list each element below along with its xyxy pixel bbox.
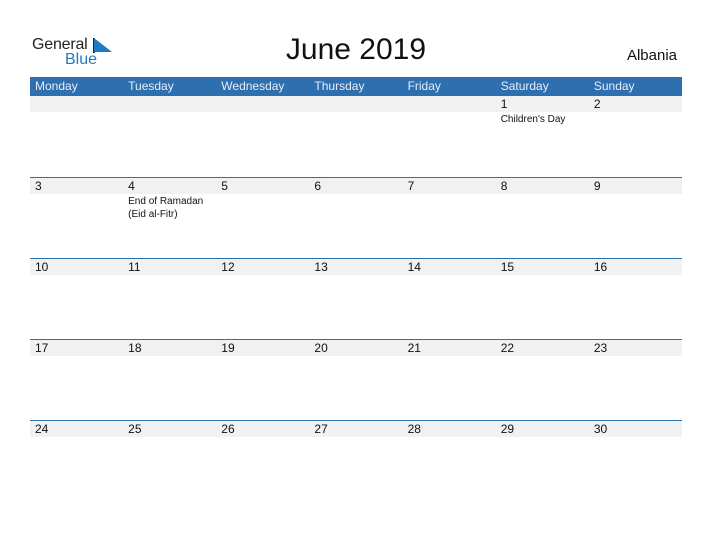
day-cell[interactable]: 15: [496, 259, 589, 339]
week-cells: 3 4 End of Ramadan (Eid al-Fitr) 5 6 7 8 9: [30, 178, 682, 258]
day-cell[interactable]: 10: [30, 259, 123, 339]
day-cell[interactable]: 6: [309, 178, 402, 258]
week-row: 10 11 12 13 14 15 16: [30, 258, 682, 339]
day-number: 8: [500, 179, 508, 193]
week-cells: 24 25 26 27 28 29 30: [30, 421, 682, 501]
day-number: 7: [407, 179, 415, 193]
day-number: [314, 96, 402, 112]
weekday-thursday: Thursday: [314, 79, 365, 93]
weekday-saturday: Saturday: [500, 79, 549, 93]
day-cell[interactable]: 14: [403, 259, 496, 339]
weekday-wednesday: Wednesday: [221, 79, 285, 93]
day-number: 26: [221, 422, 235, 436]
day-number: 10: [35, 260, 49, 274]
day-cell[interactable]: 27: [309, 421, 402, 501]
day-number: 28: [407, 422, 421, 436]
day-cell[interactable]: [216, 96, 309, 177]
day-number: [35, 96, 123, 112]
day-cell[interactable]: 18: [123, 340, 216, 420]
day-number: 3: [35, 179, 42, 193]
day-number: 2: [593, 97, 601, 111]
day-number: 6: [314, 179, 322, 193]
day-cell[interactable]: 20: [309, 340, 402, 420]
day-cell[interactable]: 23: [589, 340, 682, 420]
calendar-title: June 2019: [285, 33, 427, 66]
day-number: 23: [593, 341, 608, 355]
day-number: 27: [314, 422, 328, 436]
day-cell[interactable]: 4 End of Ramadan (Eid al-Fitr): [123, 178, 216, 258]
week-cells: 17 18 19 20 21 22 23: [30, 340, 682, 420]
day-cell[interactable]: [309, 96, 402, 177]
day-cell[interactable]: 5: [216, 178, 309, 258]
day-cell[interactable]: [123, 96, 216, 177]
weekday-header: Monday Tuesday Wednesday Thursday Friday…: [30, 77, 682, 96]
country-label: Albania: [626, 47, 677, 64]
day-cell[interactable]: 2: [589, 96, 682, 177]
day-number: 13: [314, 260, 328, 274]
day-number: 4: [128, 179, 135, 193]
day-cell[interactable]: 3: [30, 178, 123, 258]
day-number: 5: [221, 179, 228, 193]
weekday-monday: Monday: [35, 79, 78, 93]
week-row: 24 25 26 27 28 29 30: [30, 420, 682, 501]
day-number: 22: [500, 341, 515, 355]
day-cell[interactable]: 1 Children's Day: [496, 96, 589, 177]
day-number: 1: [500, 97, 508, 111]
day-cell[interactable]: 30: [589, 421, 682, 501]
day-cell[interactable]: 17: [30, 340, 123, 420]
day-number: 19: [221, 341, 235, 355]
weeks-container: 1 Children's Day 2 3 4 End of Ramadan (Eid al…: [30, 96, 682, 501]
day-cell[interactable]: 16: [589, 259, 682, 339]
holiday-label: End of Ramadan (Eid al-Fitr): [128, 196, 204, 220]
day-cell[interactable]: 25: [123, 421, 216, 501]
day-number: 20: [314, 341, 328, 355]
weekday-friday: Friday: [407, 79, 441, 93]
calendar-grid: Monday Tuesday Wednesday Thursday Friday…: [30, 77, 682, 501]
day-cell[interactable]: 13: [309, 259, 402, 339]
day-number: 25: [128, 422, 142, 436]
day-cell[interactable]: 24: [30, 421, 123, 501]
day-number: 9: [593, 179, 601, 193]
day-number: 12: [221, 260, 235, 274]
day-number: 30: [593, 422, 608, 436]
day-cell[interactable]: 22: [496, 340, 589, 420]
day-number: 21: [407, 341, 421, 355]
day-cell[interactable]: 9: [589, 178, 682, 258]
day-cell[interactable]: 26: [216, 421, 309, 501]
day-cell[interactable]: [403, 96, 496, 177]
day-cell[interactable]: 7: [403, 178, 496, 258]
day-number: [408, 96, 496, 112]
weekday-tuesday: Tuesday: [128, 79, 174, 93]
day-number: 29: [500, 422, 515, 436]
day-number: 16: [593, 260, 608, 274]
day-cell[interactable]: 12: [216, 259, 309, 339]
week-cells: 1 Children's Day 2: [30, 96, 682, 177]
week-row: 3 4 End of Ramadan (Eid al-Fitr) 5 6 7 8 9: [30, 177, 682, 258]
week-row: 1 Children's Day 2: [30, 96, 682, 177]
day-number: 14: [407, 260, 421, 274]
day-cell[interactable]: 19: [216, 340, 309, 420]
day-cell[interactable]: [30, 96, 123, 177]
day-cell[interactable]: 8: [496, 178, 589, 258]
holiday-label: Children's Day: [500, 114, 566, 125]
day-cell[interactable]: 29: [496, 421, 589, 501]
day-cell[interactable]: 21: [403, 340, 496, 420]
day-number: 24: [35, 422, 49, 436]
day-number: 17: [35, 341, 49, 355]
day-number: 18: [128, 341, 142, 355]
day-number: 11: [128, 260, 141, 274]
week-cells: 10 11 12 13 14 15 16: [30, 259, 682, 339]
weekday-sunday: Sunday: [593, 79, 635, 93]
day-cell[interactable]: 28: [403, 421, 496, 501]
day-number: [221, 96, 309, 112]
day-number: [128, 96, 216, 112]
day-number: 15: [500, 260, 515, 274]
day-cell[interactable]: 11: [123, 259, 216, 339]
week-row: 17 18 19 20 21 22 23: [30, 339, 682, 420]
